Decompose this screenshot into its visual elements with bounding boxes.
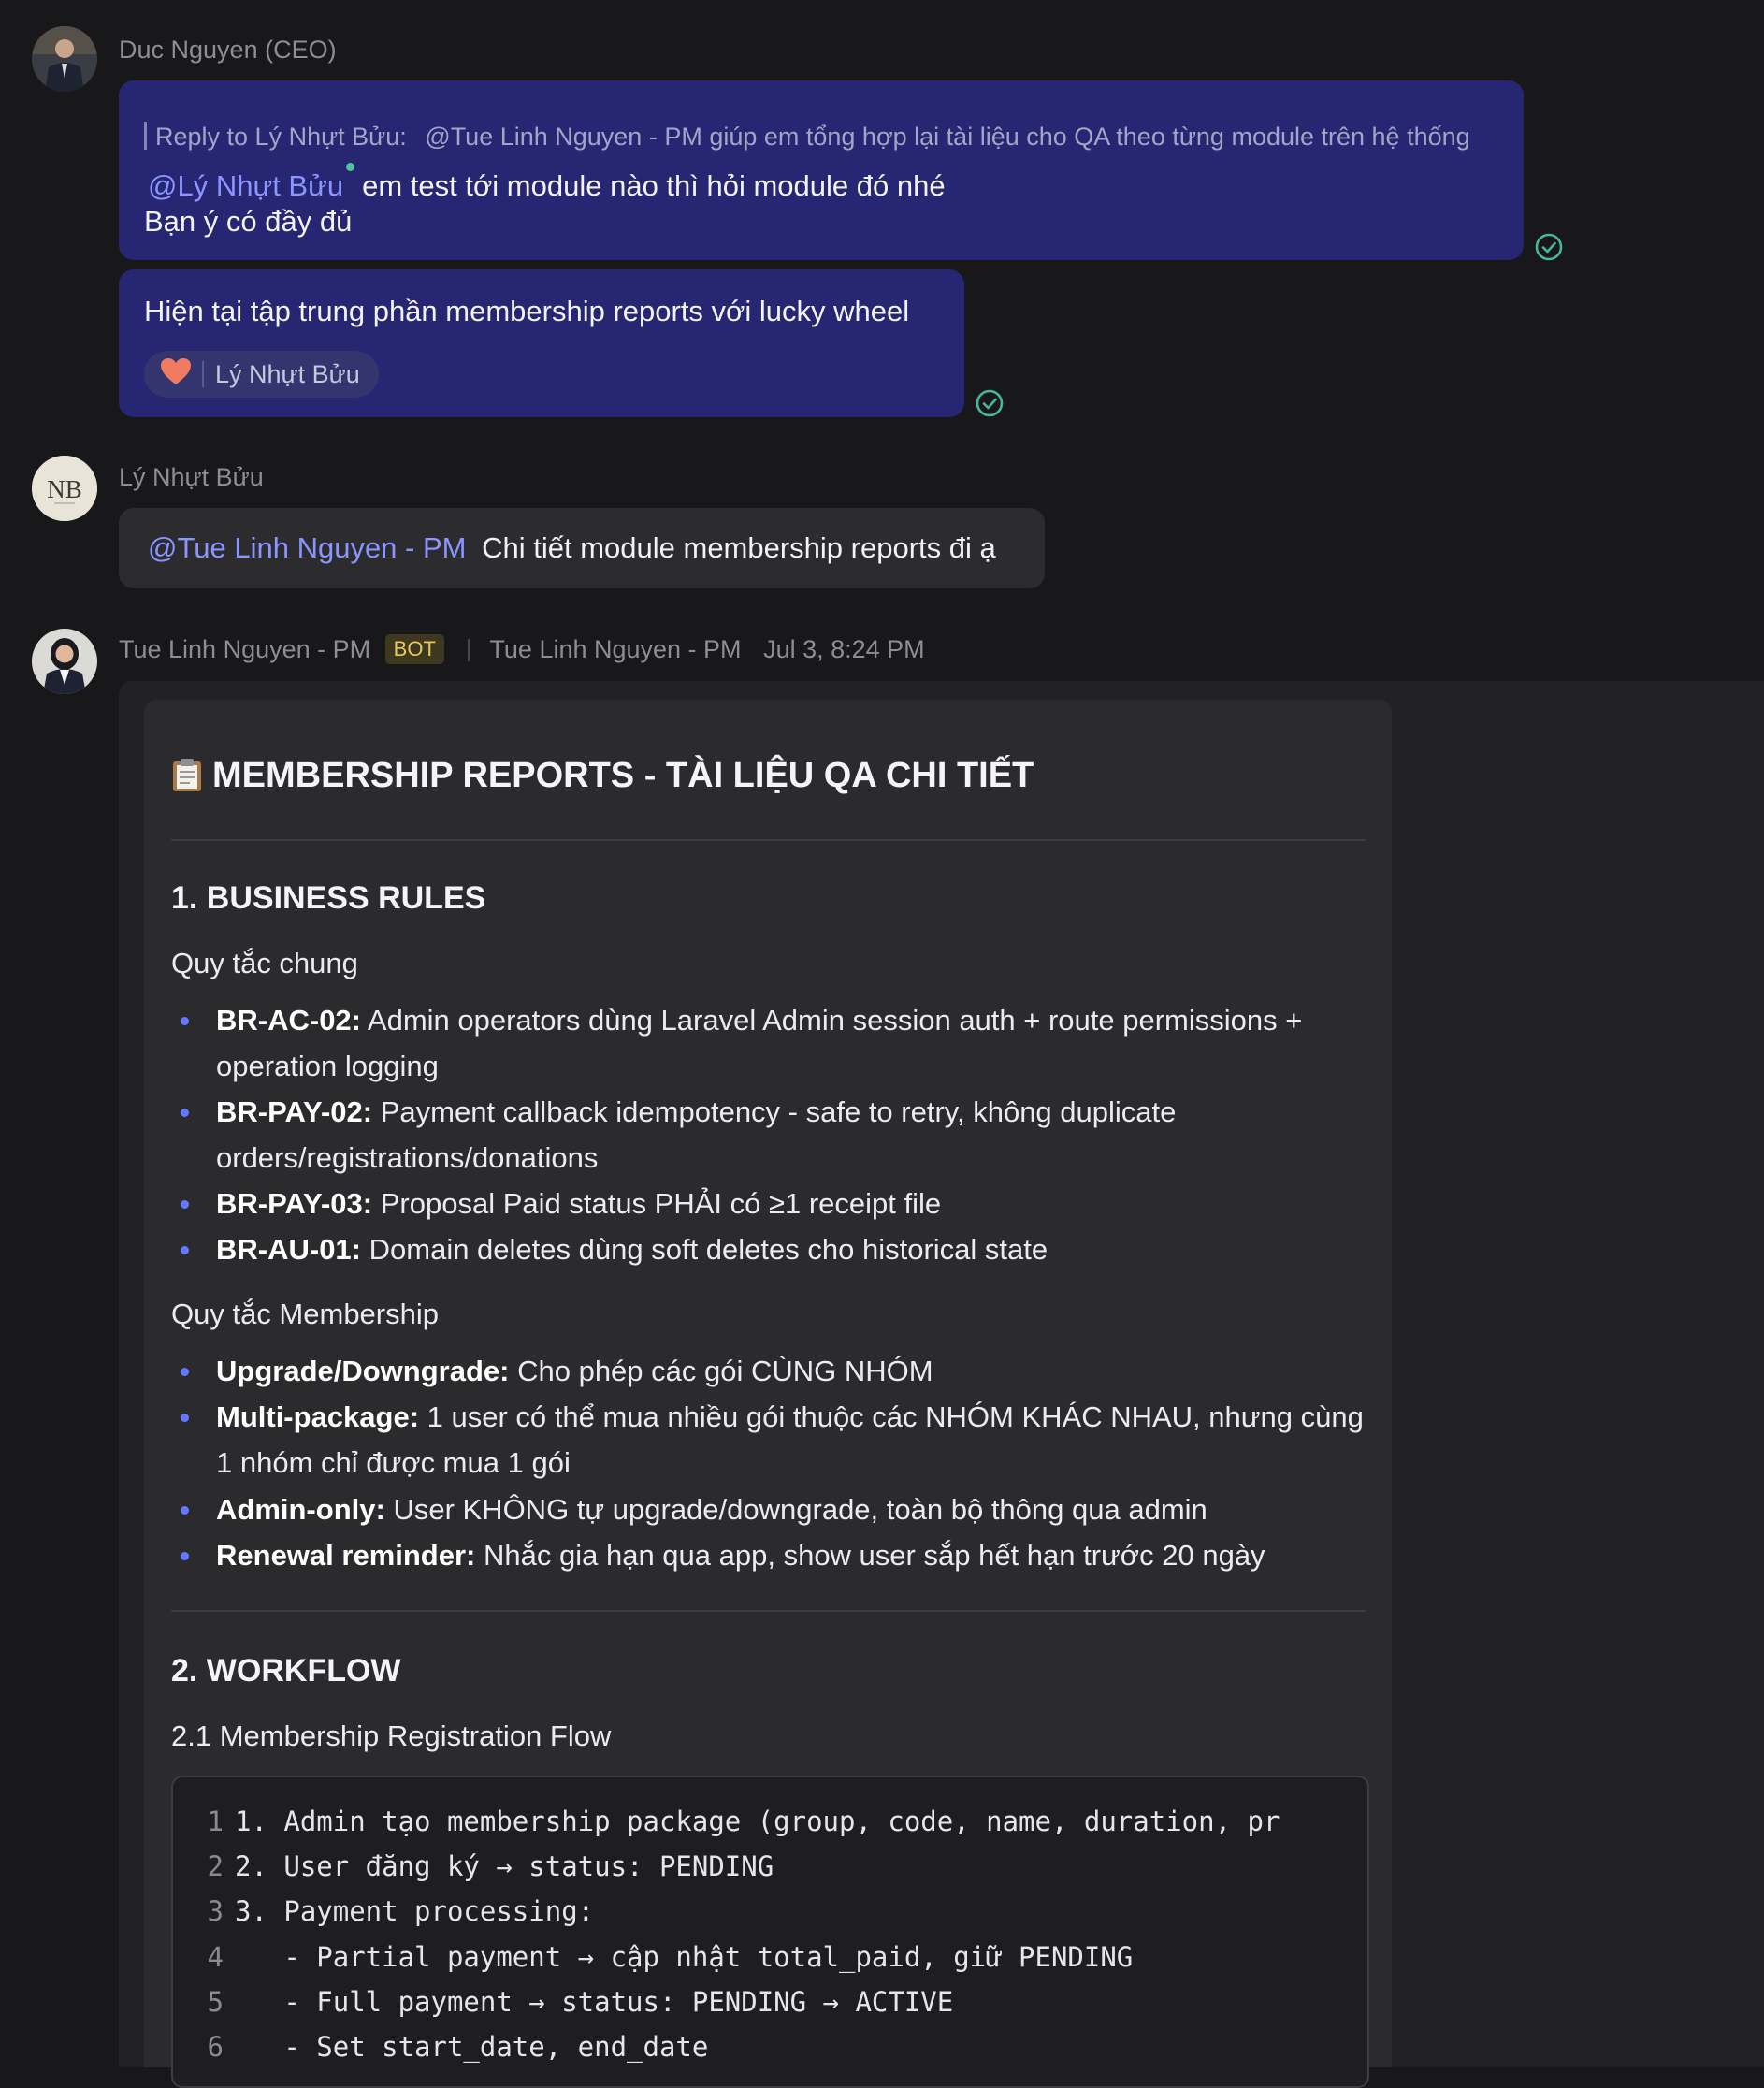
rule-text: Domain deletes dùng soft deletes cho his… [369,1233,1048,1266]
bot-badge: BOT [384,634,444,664]
avatar-ly-nhut-buu[interactable]: NB [32,456,97,521]
bullet [181,1246,189,1254]
rule-text: Cho phép các gói CÙNG NHÓM [517,1355,933,1387]
rule-key: Upgrade/Downgrade: [216,1355,510,1387]
mention-ly-nhut-buu[interactable]: @Lý Nhựt Bửu [148,169,343,202]
code-line: 6 - Set start_date, end_date [173,2031,1367,2076]
avatar-tue-linh-nguyen[interactable] [32,629,97,694]
sender-name[interactable]: Tue Linh Nguyen - PM [119,635,370,663]
list-item: Multi-package: 1 user có thể mua nhiều g… [181,1394,1366,1486]
code-line: 1 1. Admin tạo membership package (group,… [173,1805,1367,1850]
line-number: 5 [207,1986,224,2018]
message-text: Hiện tại tập trung phần membership repor… [144,295,910,327]
bullet [181,1552,189,1560]
message-text: Chi tiết module membership reports đi ạ [482,531,996,564]
bullet [181,1506,189,1515]
message-line-1: @Lý Nhựt Bửu em test tới module nào thì h… [148,163,946,203]
reply-quoted-text: @Tue Linh Nguyen - PM giúp em tổng hợp l… [425,123,1470,151]
rule-text: User KHÔNG tự upgrade/downgrade, toàn bộ… [393,1493,1207,1526]
avatar-duc-nguyen[interactable] [32,26,97,92]
rule-text: Admin operators dùng Laravel Admin sessi… [216,1004,1303,1082]
list-item: BR-PAY-03: Proposal Paid status PHẢI có … [181,1181,1366,1226]
sender-name[interactable]: Duc Nguyen (CEO) [119,36,337,65]
code-text: 2. User đăng ký → status: PENDING [235,1850,774,1882]
sender-alt-name: Tue Linh Nguyen - PM [489,635,742,663]
list-item: BR-PAY-02: Payment callback idempotency … [181,1089,1366,1181]
bullet [181,1414,189,1422]
rule-key: Renewal reminder: [216,1539,476,1572]
rule-text: Proposal Paid status PHẢI có ≥1 receipt … [380,1187,942,1220]
message-bubble-reply[interactable]: Reply to Lý Nhựt Bửu: @Tue Linh Nguyen -… [119,80,1524,260]
document-title: MEMBERSHIP REPORTS - TÀI LIỆU QA CHI TIẾ… [171,756,1034,802]
code-text: 1. Admin tạo membership package (group, … [235,1805,1280,1837]
divider [171,839,1366,841]
bot-sender-line: Tue Linh Nguyen - PM BOT Tue Linh Nguyen… [119,634,925,664]
message-line-2: Bạn ý có đầy đủ [144,205,353,238]
code-line: 5 - Full payment → status: PENDING → ACT… [173,1986,1367,2031]
rule-key: BR-AU-01: [216,1233,361,1266]
read-check-icon [976,389,1004,417]
heart-icon [159,356,193,393]
list-item: Upgrade/Downgrade: Cho phép các gói CÙNG… [181,1348,1366,1394]
rule-text: Nhắc gia hạn qua app, show user sắp hết … [484,1539,1265,1572]
section-heading-business-rules: 1. BUSINESS RULES [171,880,486,916]
avatar-initials: NB [47,475,82,503]
bullet [181,1109,189,1117]
code-text: - Set start_date, end_date [235,2031,709,2063]
reaction-chip[interactable]: Lý Nhựt Bửu [144,351,379,398]
rule-key: BR-AC-02: [216,1004,361,1037]
list-item: Renewal reminder: Nhắc gia hạn qua app, … [181,1532,1366,1578]
list-item: BR-AC-02: Admin operators dùng Laravel A… [181,997,1366,1089]
message-bubble[interactable]: Hiện tại tập trung phần membership repor… [119,269,964,417]
rule-key: BR-PAY-03: [216,1187,373,1220]
line-number: 6 [207,2031,224,2063]
message-bubble[interactable]: @Tue Linh Nguyen - PM Chi tiết module me… [119,508,1045,588]
list-item: BR-AU-01: Domain deletes dùng soft delet… [181,1226,1366,1272]
code-line: 4 - Partial payment → cập nhật total_pai… [173,1941,1367,1986]
clipboard-icon [171,757,203,802]
subheading-general-rules: Quy tắc chung [171,947,358,979]
code-text: - Full payment → status: PENDING → ACTIV… [235,1986,954,2018]
line-number: 2 [207,1850,224,1882]
bullet [181,1017,189,1025]
subheading-membership-rules: Quy tắc Membership [171,1298,439,1330]
bullet [181,1368,189,1376]
divider [171,1610,1366,1612]
line-number: 1 [207,1805,224,1837]
reply-quote[interactable]: Reply to Lý Nhựt Bửu: @Tue Linh Nguyen -… [144,122,1470,152]
message-text: em test tới module nào thì hỏi module đó… [362,169,946,202]
subheading-registration-flow: 2.1 Membership Registration Flow [171,1719,612,1752]
line-number: 3 [207,1895,224,1927]
online-status-dot [346,163,355,171]
rule-key: BR-PAY-02: [216,1095,373,1128]
reply-prefix: Reply to Lý Nhựt Bửu: [155,123,407,151]
title-text: MEMBERSHIP REPORTS - TÀI LIỆU QA CHI TIẾ… [212,756,1034,795]
code-line: 3 3. Payment processing: [173,1895,1367,1940]
divider [468,639,470,661]
reaction-user: Lý Nhựt Bửu [215,359,360,388]
line-number: 4 [207,1941,224,1973]
bullet [181,1200,189,1209]
code-line: 2 2. User đăng ký → status: PENDING [173,1850,1367,1895]
code-block[interactable]: 1 1. Admin tạo membership package (group,… [171,1776,1369,2088]
mention-tue-linh-nguyen[interactable]: @Tue Linh Nguyen - PM [148,531,466,564]
code-text: - Partial payment → cập nhật total_paid,… [235,1941,1134,1973]
read-check-icon [1535,233,1563,261]
timestamp: Jul 3, 8:24 PM [763,635,925,663]
sender-name[interactable]: Lý Nhựt Bửu [119,463,264,492]
message-line: @Tue Linh Nguyen - PM Chi tiết module me… [148,531,996,565]
rule-key: Admin-only: [216,1493,385,1526]
section-heading-workflow: 2. WORKFLOW [171,1653,401,1689]
list-item: Admin-only: User KHÔNG tự upgrade/downgr… [181,1486,1366,1532]
divider [202,361,204,387]
code-text: 3. Payment processing: [235,1895,595,1927]
quote-bar [144,122,147,150]
rule-key: Multi-package: [216,1400,420,1433]
